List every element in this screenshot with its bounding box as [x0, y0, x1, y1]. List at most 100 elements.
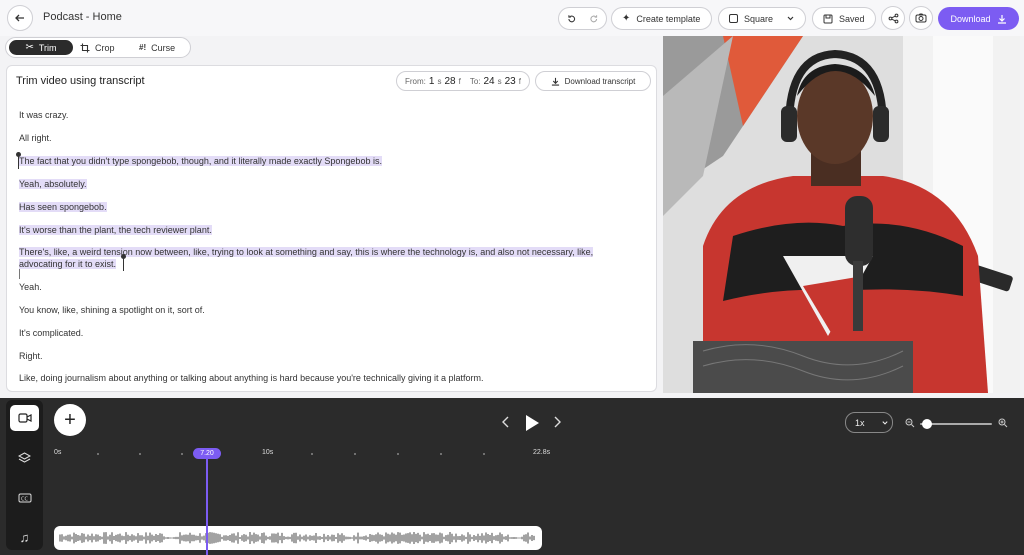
transcript-line[interactable]: Like, doing journalism about anything or…	[19, 372, 484, 385]
transcript-line[interactable]: advocating for it to exist.	[19, 258, 117, 271]
project-title: Podcast - Home	[43, 11, 122, 23]
share-button[interactable]	[881, 6, 905, 30]
line-text: Like, doing journalism about anything or…	[19, 373, 484, 383]
selection-start-line	[18, 155, 19, 169]
plus-icon: +	[64, 408, 76, 431]
saved-label: Saved	[839, 13, 865, 24]
transcript-line[interactable]: Right.	[19, 350, 43, 363]
undo-redo-group	[558, 7, 607, 30]
ruler-dot	[97, 453, 99, 455]
transcript-panel: Trim video using transcript From: 1s 28 f…	[6, 65, 657, 392]
previous-button[interactable]	[500, 415, 512, 429]
captions-button[interactable]: CC	[10, 485, 39, 511]
undo-icon[interactable]	[567, 14, 577, 24]
to-seconds-unit: s	[497, 76, 502, 86]
timeline-panel: CC ♫ + 1x 0s 10s 22.8s 7.20	[0, 398, 1024, 555]
transcript-line[interactable]: Yeah.	[19, 281, 42, 294]
saved-button[interactable]: Saved	[812, 7, 876, 30]
audio-track-button[interactable]: ♫	[10, 524, 39, 550]
curse-icon: #!	[139, 43, 147, 52]
zoom-slider-thumb[interactable]	[921, 419, 932, 429]
line-text: All right.	[19, 133, 52, 143]
scissors-icon: ✂	[25, 42, 34, 53]
layers-icon	[18, 452, 31, 463]
line-text: It's complicated.	[19, 328, 84, 338]
download-label: Download	[950, 13, 991, 24]
download-icon	[997, 14, 1006, 24]
play-button[interactable]	[523, 413, 541, 433]
transcript-line[interactable]: The fact that you didn't type spongebob,…	[19, 155, 382, 168]
transcript-line[interactable]: Has seen spongebob.	[19, 201, 107, 214]
crop-icon	[80, 43, 90, 52]
waveform	[59, 532, 535, 544]
transcript-line[interactable]: It's worse than the plant, the tech revi…	[19, 224, 212, 237]
tab-crop[interactable]: Crop	[80, 40, 115, 55]
ruler-dot	[397, 453, 399, 455]
tab-crop-label: Crop	[95, 42, 115, 53]
add-media-button[interactable]: +	[54, 404, 86, 436]
transcript-line[interactable]: You know, like, shining a spotlight on i…	[19, 304, 205, 317]
playhead-line[interactable]	[206, 458, 208, 555]
video-preview[interactable]	[663, 36, 1020, 393]
layers-button[interactable]	[10, 445, 39, 471]
line-text: You know, like, shining a spotlight on i…	[19, 305, 205, 315]
video-camera-icon	[17, 413, 32, 423]
zoom-out-icon[interactable]	[905, 418, 915, 428]
transcript-line[interactable]: All right.	[19, 132, 52, 145]
aspect-ratio-label: Square	[744, 13, 774, 24]
chevron-down-icon	[881, 420, 888, 425]
transcript-line[interactable]: It's complicated.	[19, 327, 83, 340]
music-note-icon: ♫	[19, 529, 30, 545]
line-text: Yeah.	[19, 282, 42, 292]
snapshot-button[interactable]	[909, 6, 933, 30]
download-button[interactable]: Download	[938, 7, 1019, 30]
video-frame-image	[663, 36, 1020, 393]
redo-icon[interactable]	[589, 14, 599, 24]
from-frames: 28	[444, 75, 456, 87]
playback-speed-select[interactable]: 1x	[845, 412, 893, 433]
from-seconds: 1	[428, 75, 435, 87]
video-track-button[interactable]	[10, 405, 39, 431]
text-cursor	[19, 269, 20, 279]
line-text: It's worse than the plant, the tech revi…	[19, 225, 212, 235]
zoom-in-icon[interactable]	[998, 418, 1008, 428]
transcript-line[interactable]: Yeah, absolutely.	[19, 178, 87, 191]
track-sidebar: CC ♫	[6, 400, 43, 550]
to-frames-unit: f	[518, 76, 521, 86]
ruler-dot	[354, 453, 356, 455]
transcript-line[interactable]: It was crazy.	[19, 109, 68, 122]
tab-curse-label: Curse	[151, 42, 176, 53]
ruler-label: 22.8s	[533, 449, 551, 456]
svg-text:CC: CC	[21, 497, 28, 503]
line-text: Yeah, absolutely.	[19, 179, 87, 189]
line-text: It was crazy.	[19, 110, 69, 120]
trim-range[interactable]: From: 1s 28 f To: 24 s 23 f	[396, 71, 530, 91]
create-template-button[interactable]: ✦ Create template	[611, 7, 712, 30]
to-seconds: 24	[483, 75, 495, 87]
download-transcript-button[interactable]: Download transcript	[535, 71, 651, 91]
ruler-label: 10s	[262, 449, 274, 456]
playhead-time[interactable]: 7.20	[193, 448, 221, 459]
line-text: The fact that you didn't type spongebob,…	[19, 156, 382, 166]
ruler-dot	[311, 453, 313, 455]
tab-trim-label: Trim	[38, 42, 57, 53]
aspect-ratio-select[interactable]: Square	[718, 7, 806, 30]
tool-tabs: ✂ Trim Crop #! Curse	[5, 37, 191, 58]
chevron-down-icon	[787, 16, 794, 21]
audio-waveform-clip[interactable]	[54, 526, 542, 550]
tab-trim[interactable]: ✂ Trim	[9, 40, 73, 55]
to-frames: 23	[504, 75, 516, 87]
save-icon	[823, 14, 833, 23]
arrow-left-icon	[15, 14, 24, 22]
ruler-dot	[483, 453, 485, 455]
tab-curse[interactable]: #! Curse	[139, 40, 175, 55]
create-template-label: Create template	[636, 13, 701, 24]
next-button[interactable]	[551, 415, 563, 429]
line-text: There's, like, a weird tension now betwe…	[19, 247, 594, 257]
ruler-label: 0s	[54, 449, 62, 456]
ruler-dot	[440, 453, 442, 455]
back-button[interactable]	[7, 5, 33, 31]
line-text: advocating for it to exist.	[19, 259, 117, 269]
download-icon	[551, 77, 559, 86]
sparkle-icon: ✦	[622, 13, 631, 24]
